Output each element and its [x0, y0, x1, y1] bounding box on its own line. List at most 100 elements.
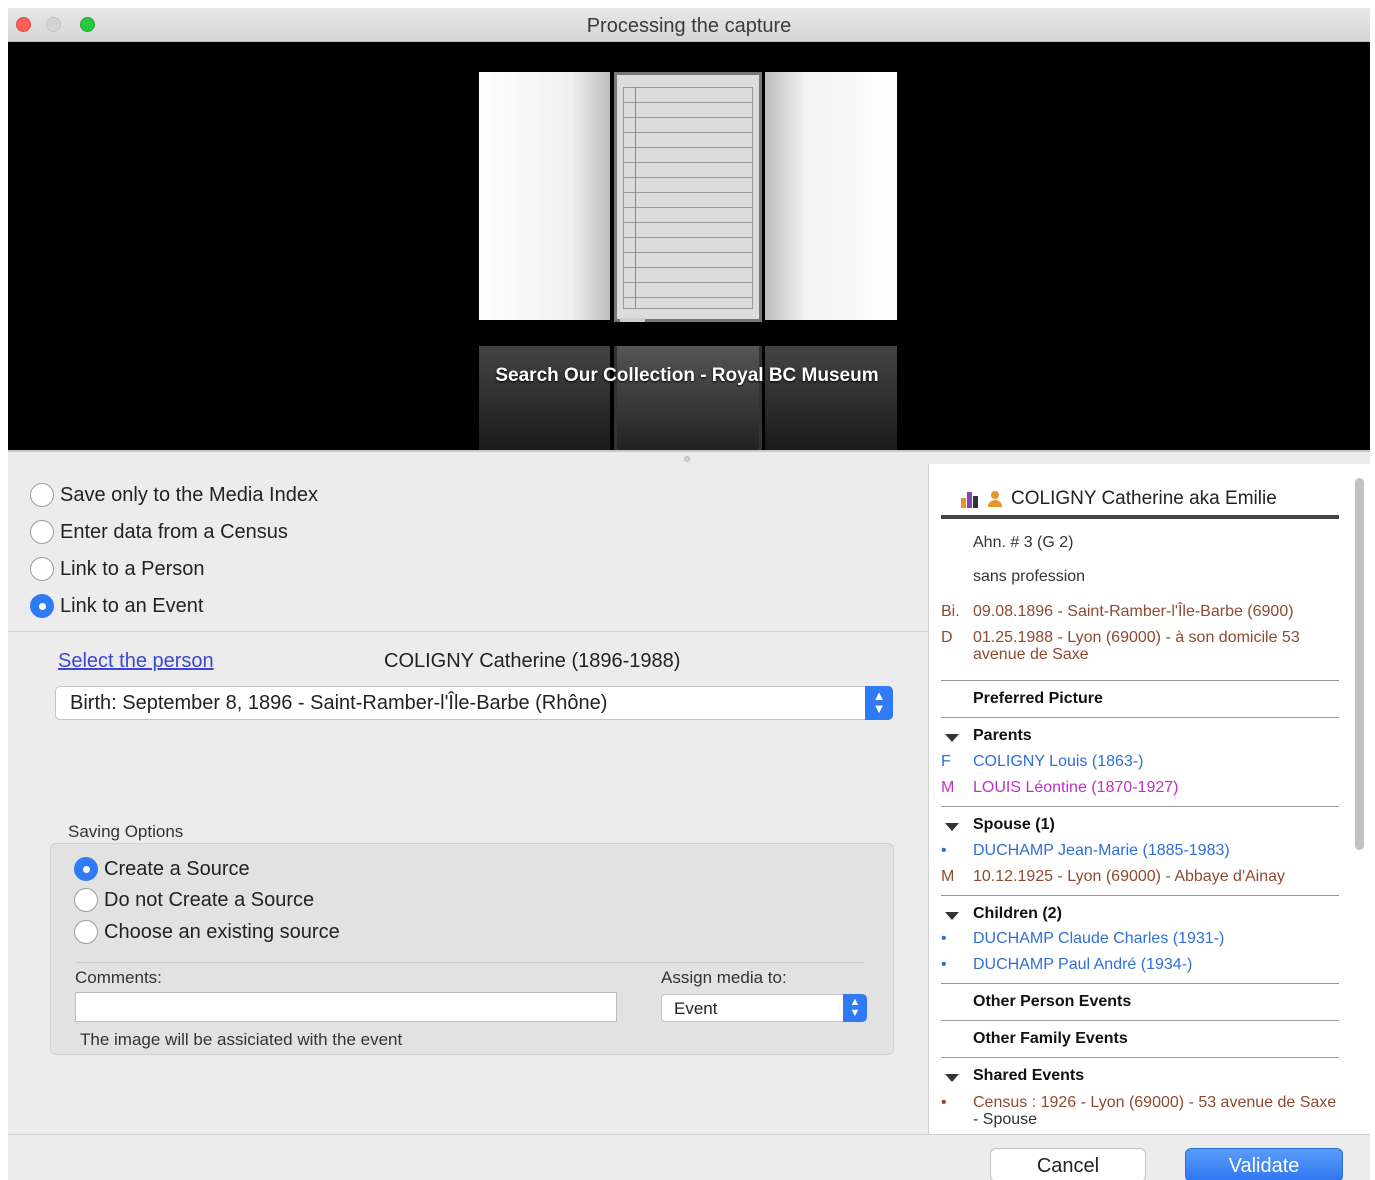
divider [941, 806, 1339, 807]
option-existing-source[interactable]: Choose an existing source [74, 920, 340, 944]
divider [941, 983, 1339, 984]
spouse-link[interactable]: • DUCHAMP Jean-Marie (1885-1983) [941, 842, 1230, 860]
preferred-picture-section[interactable]: Preferred Picture [973, 690, 1103, 708]
statistics-icon[interactable] [961, 490, 979, 508]
dialog-window: Processing the capture Search Our Collec… [8, 8, 1370, 1180]
event-select[interactable]: Birth: September 8, 1896 - Saint-Ramber-… [55, 686, 893, 720]
option-link-person[interactable]: Link to a Person [30, 557, 205, 581]
spouse-section[interactable]: Spouse (1) [973, 816, 1055, 834]
divider [941, 717, 1339, 718]
header-divider [941, 515, 1339, 519]
option-label: Create a Source [104, 857, 250, 880]
up-down-chevron-icon[interactable]: ▲ ▼ [843, 994, 867, 1022]
birth-marker: Bi. [941, 603, 960, 620]
person-icon [987, 490, 1003, 508]
assign-media-label: Assign media to: [661, 968, 787, 987]
spouse-marker: • [941, 842, 947, 859]
divider [941, 1057, 1339, 1058]
child-marker: • [941, 930, 947, 947]
option-label: Link to a Person [60, 557, 205, 580]
radio-button[interactable] [74, 888, 98, 912]
person-info-panel: COLIGNY Catherine aka Emilie Ahn. # 3 (G… [928, 464, 1370, 1134]
person-header-name: COLIGNY Catherine aka Emilie [1011, 488, 1277, 509]
death-marker: D [941, 629, 953, 646]
parents-section[interactable]: Parents [973, 727, 1032, 745]
father-marker: F [941, 753, 951, 770]
preview-reflection-right [765, 346, 897, 450]
selected-person-name: COLIGNY Catherine (1896-1988) [384, 650, 681, 672]
death-event[interactable]: D 01.25.1988 - Lyon (69000) - à son domi… [941, 629, 1341, 663]
option-save-media-index[interactable]: Save only to the Media Index [30, 483, 318, 507]
preview-side-panel-right [765, 72, 897, 320]
assign-media-value: Event [674, 999, 718, 1018]
preview-reflection-document [614, 346, 762, 450]
spouse-name: DUCHAMP Jean-Marie (1885-1983) [973, 842, 1230, 859]
divider [941, 680, 1339, 681]
child-name: DUCHAMP Claude Charles (1931-) [973, 930, 1225, 947]
preview-caption: Search Our Collection - Royal BC Museum [495, 365, 879, 386]
father-link[interactable]: F COLIGNY Louis (1863-) [941, 753, 1143, 771]
preview-side-panel-left [479, 72, 610, 320]
assign-media-select[interactable]: Event ▲ ▼ [661, 994, 867, 1022]
pane-splitter[interactable] [8, 450, 1370, 464]
option-enter-census[interactable]: Enter data from a Census [30, 520, 288, 544]
shared-event[interactable]: • Census : 1926 - Lyon (69000) - 53 aven… [941, 1094, 1341, 1128]
cancel-button[interactable]: Cancel [990, 1148, 1146, 1180]
father-name: COLIGNY Louis (1863-) [973, 753, 1144, 770]
disclosure-triangle-icon[interactable] [945, 823, 959, 831]
marriage-marker: M [941, 868, 955, 885]
captured-document-image [614, 72, 762, 322]
child-link[interactable]: • DUCHAMP Paul André (1934-) [941, 956, 1192, 974]
disclosure-triangle-icon[interactable] [945, 912, 959, 920]
child-marker: • [941, 956, 947, 973]
marriage-event[interactable]: M 10.12.1925 - Lyon (69000) - Abbaye d'A… [941, 868, 1285, 886]
mother-link[interactable]: M LOUIS Léontine (1870-1927) [941, 779, 1178, 797]
divider [8, 1134, 1370, 1135]
saving-options-title: Saving Options [68, 822, 184, 841]
option-label: Enter data from a Census [60, 520, 288, 543]
preview-reflection-left [479, 346, 610, 450]
radio-button-selected[interactable] [74, 857, 98, 881]
shared-event-marker: • [941, 1094, 947, 1111]
child-name: DUCHAMP Paul André (1934-) [973, 956, 1193, 973]
option-create-source[interactable]: Create a Source [74, 857, 250, 881]
saving-options-group: Create a Source Do not Create a Source C… [50, 843, 894, 1055]
document-tab-marker [620, 318, 645, 322]
disclosure-triangle-icon[interactable] [945, 1074, 959, 1082]
disclosure-triangle-icon[interactable] [945, 734, 959, 742]
shared-events-section[interactable]: Shared Events [973, 1067, 1084, 1085]
person-header: COLIGNY Catherine aka Emilie [961, 488, 1277, 510]
option-link-event[interactable]: Link to an Event [30, 594, 203, 618]
radio-button[interactable] [30, 557, 54, 581]
splitter-handle[interactable] [684, 456, 690, 462]
select-person-link[interactable]: Select the person [58, 650, 214, 673]
up-down-chevron-icon[interactable]: ▲ ▼ [865, 686, 893, 720]
radio-button[interactable] [74, 920, 98, 944]
radio-button[interactable] [30, 520, 54, 544]
title-bar: Processing the capture [8, 8, 1370, 42]
divider [75, 962, 865, 963]
children-section[interactable]: Children (2) [973, 905, 1062, 923]
option-no-source[interactable]: Do not Create a Source [74, 888, 314, 912]
birth-text: 09.08.1896 - Saint-Ramber-l'Île-Barbe (6… [973, 603, 1294, 620]
validate-button[interactable]: Validate [1185, 1148, 1343, 1180]
option-label: Choose an existing source [104, 920, 340, 943]
option-label: Save only to the Media Index [60, 483, 318, 506]
capture-preview: Search Our Collection - Royal BC Museum [8, 42, 1370, 450]
profession: sans profession [973, 568, 1086, 585]
radio-button[interactable] [30, 483, 54, 507]
event-select-value: Birth: September 8, 1896 - Saint-Ramber-… [70, 692, 608, 714]
child-link[interactable]: • DUCHAMP Claude Charles (1931-) [941, 930, 1224, 948]
divider [8, 631, 928, 632]
other-family-events-section[interactable]: Other Family Events [973, 1030, 1128, 1048]
comments-field[interactable] [75, 992, 617, 1022]
window-title: Processing the capture [586, 15, 792, 37]
birth-event[interactable]: Bi. 09.08.1896 - Saint-Ramber-l'Île-Barb… [941, 603, 1341, 620]
radio-button-selected[interactable] [30, 594, 54, 618]
other-person-events-section[interactable]: Other Person Events [973, 993, 1131, 1011]
divider [941, 1020, 1339, 1021]
option-label: Link to an Event [60, 594, 204, 617]
comments-label: Comments: [75, 968, 162, 987]
mother-marker: M [941, 779, 955, 796]
scrollbar[interactable] [1355, 478, 1364, 850]
